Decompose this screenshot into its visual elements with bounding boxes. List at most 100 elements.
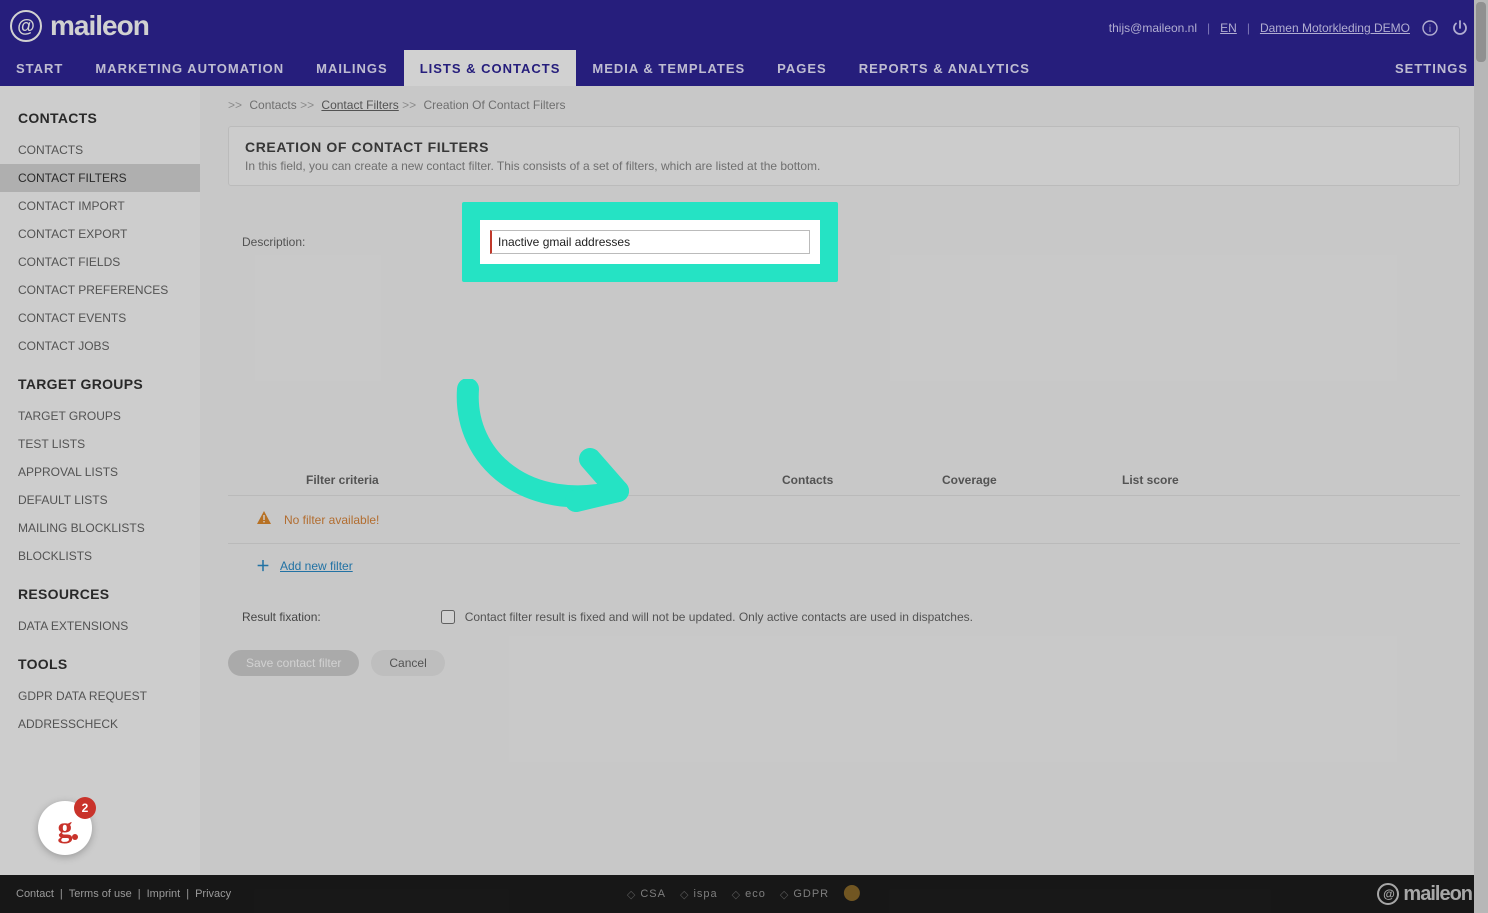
footer-link-contact[interactable]: Contact — [16, 888, 54, 900]
separator: | — [138, 888, 141, 900]
breadcrumb-contacts: Contacts — [249, 98, 296, 112]
nav-pages[interactable]: PAGES — [761, 50, 843, 86]
sidebar: CONTACTSCONTACTSCONTACT FILTERSCONTACT I… — [0, 86, 200, 875]
sidebar-item-gdpr-data-request[interactable]: GDPR DATA REQUEST — [0, 682, 200, 710]
result-fixation-text: Contact filter result is fixed and will … — [465, 610, 973, 624]
col-filter-criteria: Filter criteria — [242, 473, 782, 487]
breadcrumb: >> Contacts >> Contact Filters >> Creati… — [228, 98, 1460, 112]
sidebar-item-data-extensions[interactable]: DATA EXTENSIONS — [0, 612, 200, 640]
info-icon[interactable]: i — [1420, 18, 1440, 38]
sidebar-item-addresscheck[interactable]: ADDRESSCHECK — [0, 710, 200, 738]
breadcrumb-arrow-icon: >> — [402, 98, 419, 112]
sidebar-section-contacts: CONTACTS — [0, 94, 200, 136]
sidebar-item-contact-jobs[interactable]: CONTACT JOBS — [0, 332, 200, 360]
page-header-box: CREATION OF CONTACT FILTERS In this fiel… — [228, 126, 1460, 186]
breadcrumb-arrow-icon: >> — [228, 98, 245, 112]
separator: | — [186, 888, 189, 900]
page-title: CREATION OF CONTACT FILTERS — [245, 139, 1443, 155]
top-right-bar: thijs@maileon.nl | EN | Damen Motorkledi… — [1109, 18, 1470, 38]
add-filter-row: ＋ Add new filter — [228, 544, 1460, 588]
brand-logo[interactable]: maileon — [10, 10, 149, 42]
warning-icon — [256, 510, 272, 529]
page-subtitle: In this field, you can create a new cont… — [245, 159, 1443, 173]
sidebar-item-contact-events[interactable]: CONTACT EVENTS — [0, 304, 200, 332]
nav-marketing-automation[interactable]: MARKETING AUTOMATION — [79, 50, 300, 86]
account-link[interactable]: Damen Motorkleding DEMO — [1260, 21, 1410, 35]
topbar: maileon thijs@maileon.nl | EN | Damen Mo… — [0, 0, 1488, 86]
cancel-button[interactable]: Cancel — [371, 650, 444, 676]
sidebar-item-contact-filters[interactable]: CONTACT FILTERS — [0, 164, 200, 192]
sidebar-item-approval-lists[interactable]: APPROVAL LISTS — [0, 458, 200, 486]
nav-settings[interactable]: SETTINGS — [1395, 50, 1468, 86]
main-nav: STARTMARKETING AUTOMATIONMAILINGSLISTS &… — [0, 50, 1046, 86]
main-content: >> Contacts >> Contact Filters >> Creati… — [200, 86, 1488, 875]
col-coverage: Coverage — [942, 473, 1102, 487]
footer-brand-logo: maileon — [1377, 883, 1472, 906]
language-toggle[interactable]: EN — [1220, 21, 1237, 35]
no-filter-row: No filter available! — [228, 496, 1460, 543]
sidebar-item-default-lists[interactable]: DEFAULT LISTS — [0, 486, 200, 514]
footer-badge-csa: ◇CSA — [627, 888, 666, 901]
sidebar-item-blocklists[interactable]: BLOCKLISTS — [0, 542, 200, 570]
guide-badge: 2 — [74, 797, 96, 819]
footer-links: Contact | Terms of use | Imprint | Priva… — [16, 888, 231, 900]
svg-text:i: i — [1429, 24, 1431, 35]
highlight-frame — [462, 202, 838, 282]
sidebar-item-test-lists[interactable]: TEST LISTS — [0, 430, 200, 458]
footer-badge-gdpr: ◇GDPR — [780, 888, 829, 901]
scrollbar[interactable] — [1474, 0, 1488, 913]
sidebar-section-target-groups: TARGET GROUPS — [0, 360, 200, 402]
nav-mailings[interactable]: MAILINGS — [300, 50, 404, 86]
power-icon[interactable] — [1450, 18, 1470, 38]
result-fixation-checkbox[interactable] — [441, 610, 455, 624]
result-fixation-row: Result fixation: Contact filter result i… — [228, 588, 1460, 632]
plus-icon: ＋ — [256, 556, 270, 576]
footer-badge-ispa: ◇ispa — [680, 888, 718, 901]
breadcrumb-creation-of-contact-filters: Creation Of Contact Filters — [423, 98, 565, 112]
footer-brand-icon — [1377, 883, 1399, 905]
sidebar-item-contact-import[interactable]: CONTACT IMPORT — [0, 192, 200, 220]
col-contacts: Contacts — [782, 473, 942, 487]
footer-badges: ◇CSA ◇ispa ◇eco ◇GDPR — [627, 884, 861, 905]
guide-dot-icon — [72, 834, 78, 840]
guide-g-icon: g — [58, 813, 73, 843]
sidebar-item-contacts[interactable]: CONTACTS — [0, 136, 200, 164]
add-filter-link[interactable]: Add new filter — [280, 559, 353, 573]
breadcrumb-arrow-icon: >> — [300, 98, 317, 112]
footer: Contact | Terms of use | Imprint | Priva… — [0, 875, 1488, 913]
nav-lists-contacts[interactable]: LISTS & CONTACTS — [404, 50, 577, 86]
footer-brand-text: maileon — [1403, 883, 1472, 906]
description-row: Description: — [228, 202, 1460, 282]
sidebar-item-contact-preferences[interactable]: CONTACT PREFERENCES — [0, 276, 200, 304]
separator: | — [60, 888, 63, 900]
sidebar-item-mailing-blocklists[interactable]: MAILING BLOCKLISTS — [0, 514, 200, 542]
nav-reports-analytics[interactable]: REPORTS & ANALYTICS — [843, 50, 1046, 86]
description-input[interactable] — [490, 230, 810, 254]
sidebar-section-tools: TOOLS — [0, 640, 200, 682]
save-button[interactable]: Save contact filter — [228, 650, 359, 676]
filter-table-header: Filter criteria Contacts Coverage List s… — [228, 473, 1460, 495]
sidebar-item-contact-export[interactable]: CONTACT EXPORT — [0, 220, 200, 248]
breadcrumb-contact-filters[interactable]: Contact Filters — [321, 98, 398, 112]
footer-link-privacy[interactable]: Privacy — [195, 888, 231, 900]
footer-badge-eco: ◇eco — [732, 888, 766, 901]
user-email: thijs@maileon.nl — [1109, 21, 1197, 35]
footer-badge-circle-icon — [843, 884, 861, 905]
sidebar-item-target-groups[interactable]: TARGET GROUPS — [0, 402, 200, 430]
no-filter-text: No filter available! — [284, 513, 379, 527]
guide-bubble[interactable]: g 2 — [38, 801, 92, 855]
brand-logo-text: maileon — [50, 10, 149, 42]
sidebar-item-contact-fields[interactable]: CONTACT FIELDS — [0, 248, 200, 276]
sidebar-section-resources: RESOURCES — [0, 570, 200, 612]
result-fixation-label: Result fixation: — [242, 610, 321, 624]
description-label: Description: — [242, 235, 462, 249]
nav-media-templates[interactable]: MEDIA & TEMPLATES — [576, 50, 761, 86]
footer-link-imprint[interactable]: Imprint — [147, 888, 181, 900]
separator: | — [1207, 21, 1210, 35]
nav-start[interactable]: START — [0, 50, 79, 86]
scrollbar-thumb[interactable] — [1476, 2, 1486, 62]
separator: | — [1247, 21, 1250, 35]
brand-logo-icon — [10, 10, 42, 42]
footer-link-terms-of-use[interactable]: Terms of use — [69, 888, 132, 900]
col-list-score: List score — [1102, 473, 1446, 487]
